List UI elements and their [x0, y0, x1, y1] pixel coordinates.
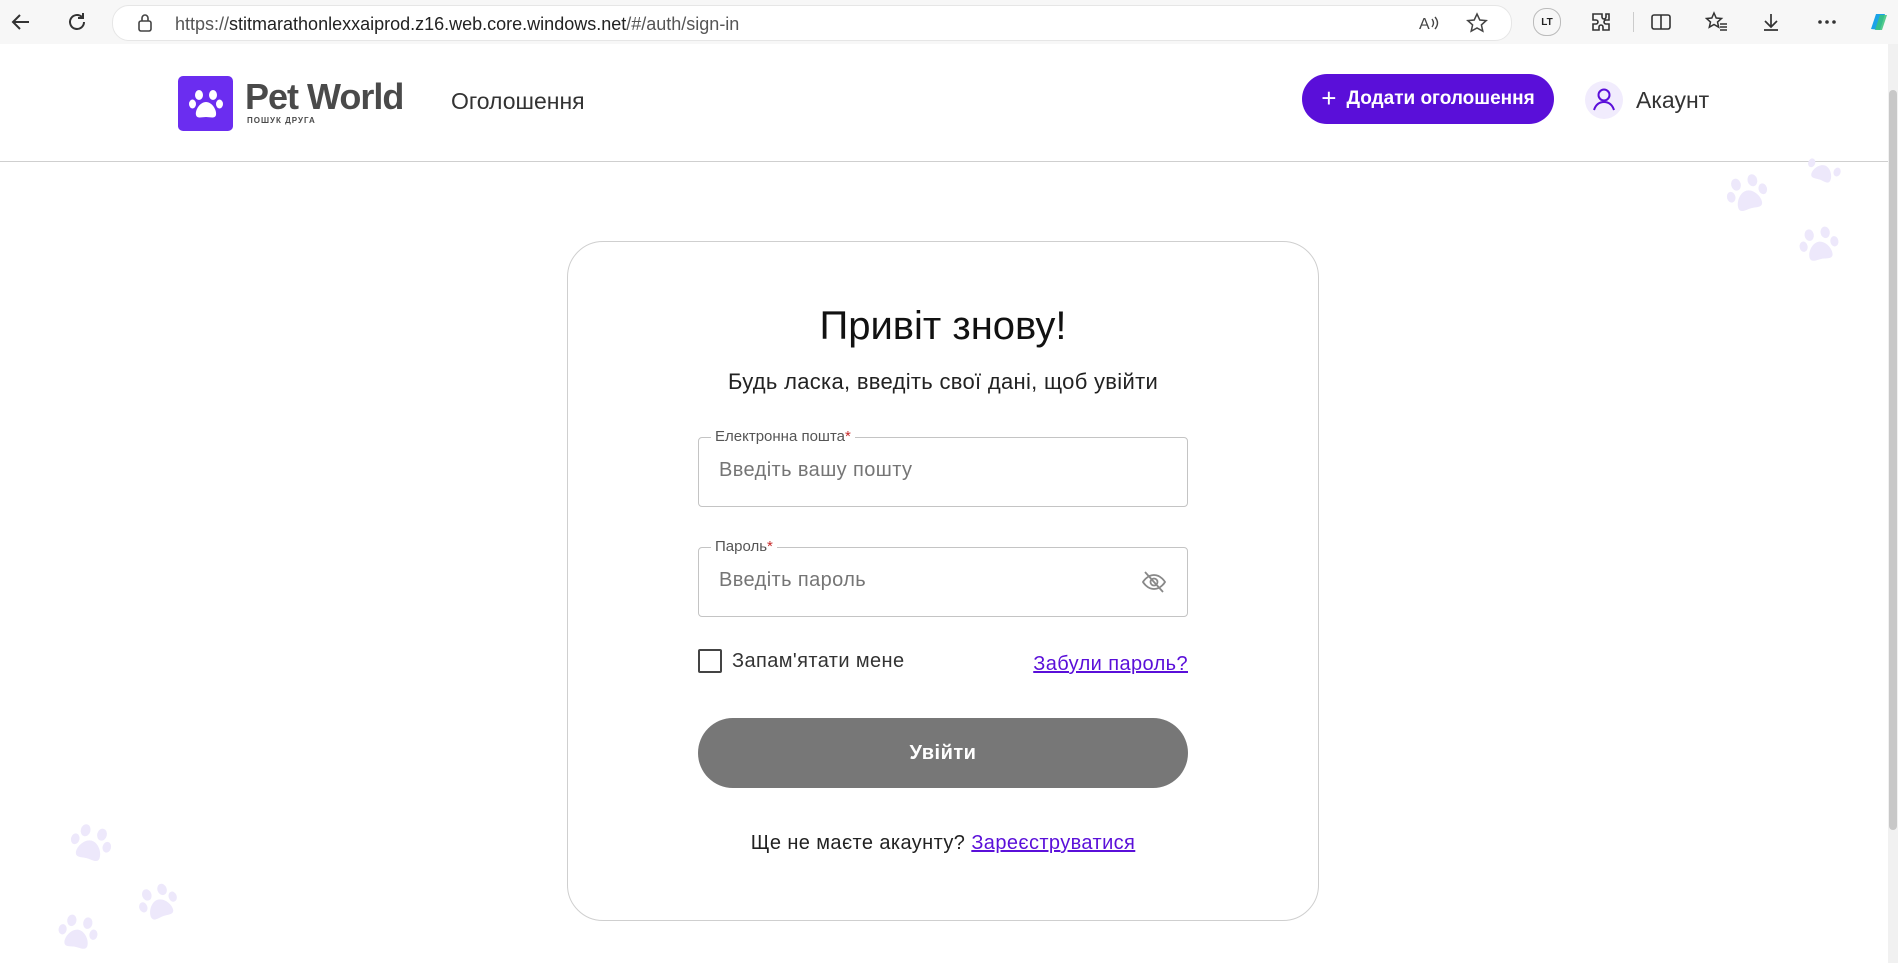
copilot-icon[interactable] [1864, 7, 1894, 37]
logo-subtitle: пошук друга [247, 116, 316, 125]
more-icon[interactable] [1812, 7, 1842, 37]
extensions-icon[interactable] [1586, 7, 1616, 37]
account-menu[interactable]: Акаунт [1584, 80, 1709, 120]
email-field-label: Електронна пошта* [711, 428, 855, 445]
login-button[interactable]: Увійти [698, 718, 1188, 788]
remember-label: Запам'ятати мене [732, 649, 905, 672]
no-account-text: Ще не маєте акаунту? [750, 832, 966, 854]
toolbar-divider [1633, 12, 1634, 32]
refresh-icon[interactable] [62, 7, 92, 37]
site-header: Pet World пошук друга Оголошення + Додат… [0, 44, 1888, 162]
plus-icon: + [1321, 82, 1337, 113]
paw-decoration-icon [1726, 174, 1768, 211]
password-input[interactable] [719, 569, 1119, 592]
eye-off-icon[interactable] [1141, 570, 1167, 594]
paw-decoration-icon [1799, 226, 1839, 261]
paw-logo-icon[interactable] [178, 76, 233, 131]
extension-lt-icon[interactable]: LT [1532, 7, 1562, 37]
logo-title[interactable]: Pet World [245, 76, 404, 118]
password-field-label: Пароль* [711, 538, 777, 555]
paw-decoration-icon [139, 883, 177, 920]
page-scrollbar[interactable] [1888, 44, 1898, 963]
password-field[interactable]: Пароль* [698, 538, 1188, 617]
back-arrow-icon[interactable] [6, 7, 36, 37]
address-bar[interactable]: https://stitmarathonlexxaiprod.z16.web.c… [112, 5, 1512, 41]
favorites-icon[interactable] [1702, 7, 1732, 37]
add-ad-button[interactable]: + Додати оголошення [1302, 74, 1554, 124]
email-field[interactable]: Електронна пошта* [698, 428, 1188, 507]
signup-prompt: Ще не маєте акаунту? Зареєструватися [568, 832, 1318, 855]
add-ad-button-label: Додати оголошення [1346, 88, 1535, 109]
user-icon [1585, 81, 1623, 119]
account-label: Акаунт [1636, 86, 1710, 113]
read-aloud-icon[interactable]: A [1417, 11, 1441, 35]
favorite-star-icon[interactable] [1465, 11, 1489, 35]
email-input[interactable] [719, 459, 1119, 482]
paw-decoration-icon [70, 824, 112, 861]
login-subtitle: Будь ласка, введіть свої дані, щоб увійт… [727, 369, 1159, 394]
browser-toolbar: https://stitmarathonlexxaiprod.z16.web.c… [0, 0, 1898, 45]
scrollbar-thumb[interactable] [1889, 90, 1897, 830]
nav-ads-link[interactable]: Оголошення [451, 88, 585, 115]
svg-text:A: A [1419, 16, 1430, 33]
login-card: Привіт знову! Будь ласка, введіть свої д… [567, 241, 1319, 921]
split-screen-icon[interactable] [1646, 7, 1676, 37]
downloads-icon[interactable] [1756, 7, 1786, 37]
remember-checkbox[interactable] [698, 649, 722, 673]
url-text: https://stitmarathonlexxaiprod.z16.web.c… [175, 14, 740, 34]
login-title: Привіт знову! [819, 304, 1067, 348]
lock-icon[interactable] [133, 11, 157, 35]
paw-decoration-icon [58, 914, 98, 949]
register-link[interactable]: Зареєструватися [971, 832, 1135, 854]
remember-me[interactable]: Запам'ятати мене [698, 649, 905, 673]
forgot-password-link[interactable]: Забули пароль? [1033, 653, 1188, 676]
